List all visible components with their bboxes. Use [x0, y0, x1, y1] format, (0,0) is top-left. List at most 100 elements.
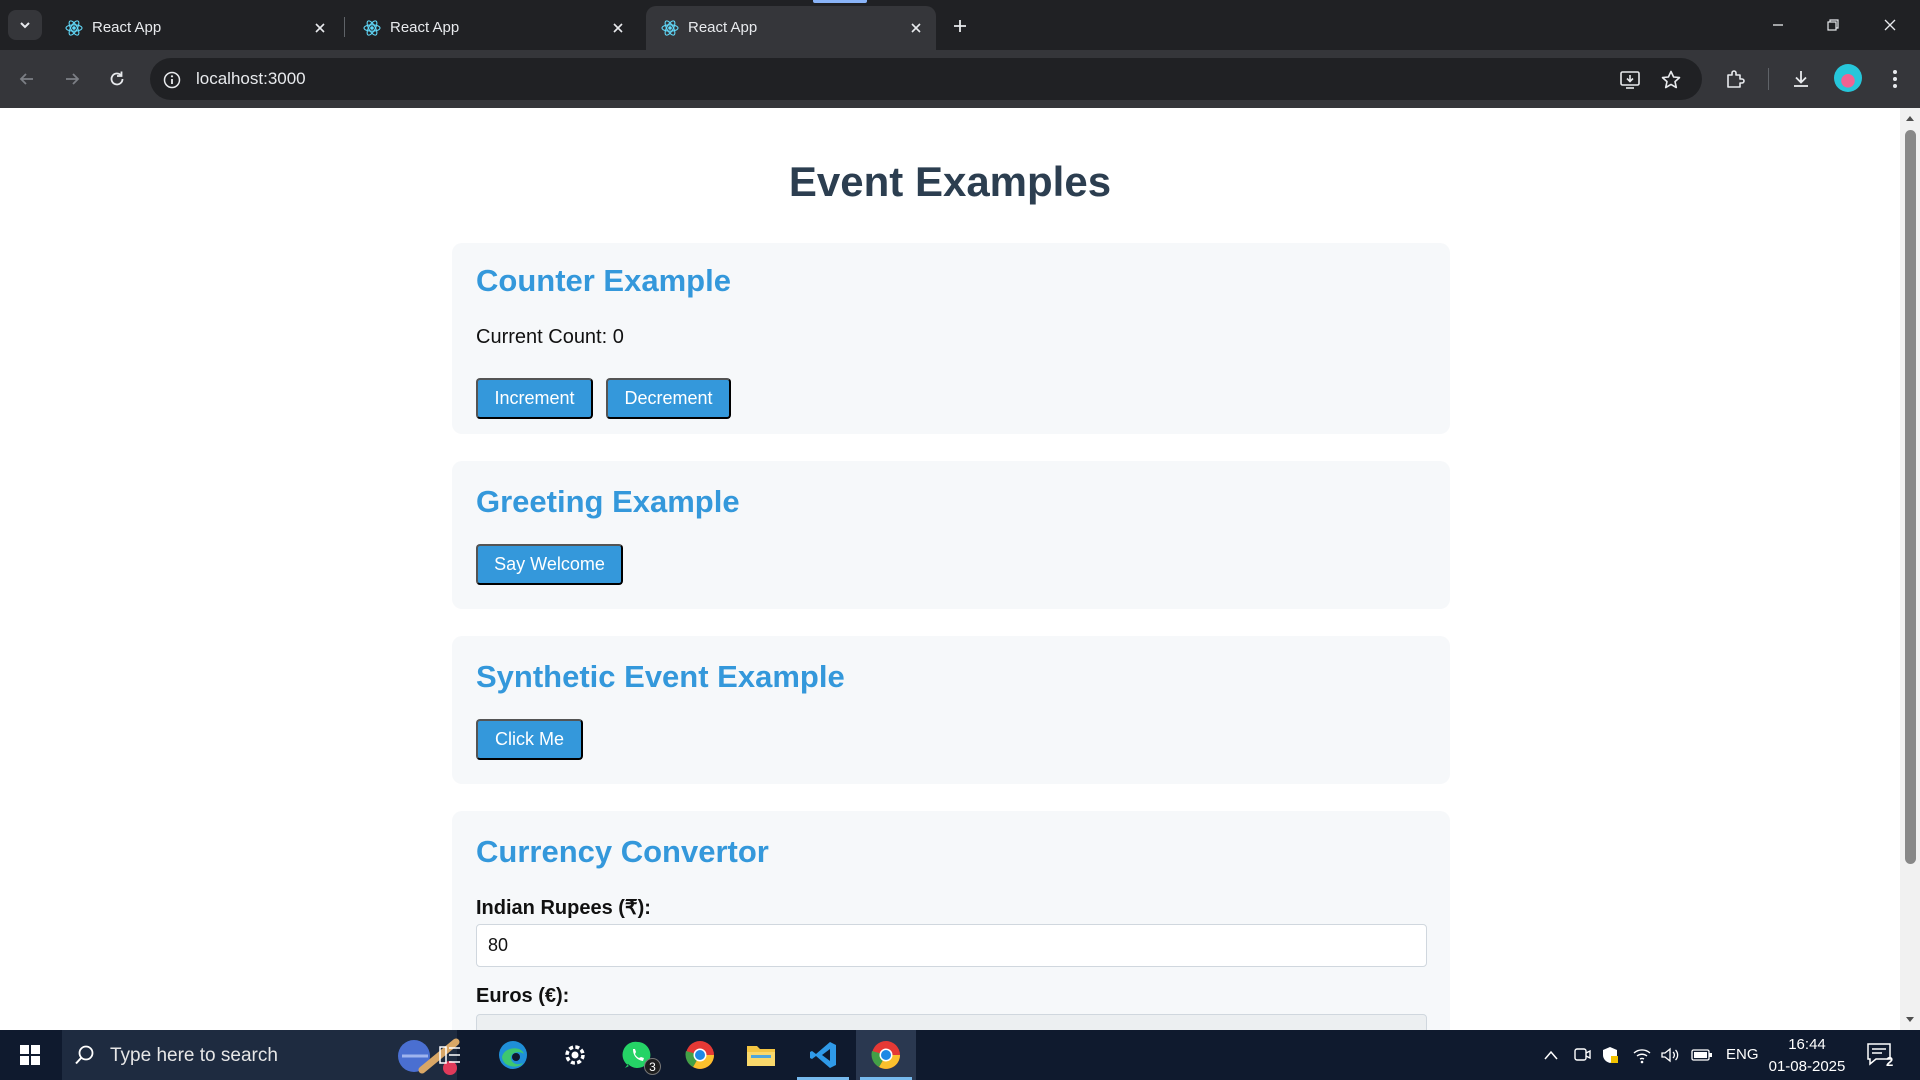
profile-avatar[interactable] — [1834, 64, 1862, 92]
scrollbar-thumb[interactable] — [1905, 130, 1916, 864]
forward-button[interactable] — [57, 64, 87, 94]
arrow-left-icon — [19, 73, 33, 85]
windows-taskbar: Type here to search 3 ENG 16:44 01-08-20… — [0, 1030, 1920, 1080]
clock-date: 01-08-2025 — [1768, 1058, 1846, 1075]
close-icon — [1884, 19, 1896, 31]
new-tab-button[interactable] — [946, 12, 974, 40]
whatsapp-badge: 3 — [644, 1058, 661, 1075]
windows-logo-icon — [20, 1045, 40, 1065]
volume-icon[interactable] — [1658, 1043, 1682, 1067]
close-icon[interactable] — [608, 18, 628, 38]
search-placeholder: Type here to search — [110, 1045, 278, 1066]
close-icon[interactable] — [310, 18, 330, 38]
toolbar-divider — [1768, 68, 1769, 90]
greeting-heading: Greeting Example — [476, 484, 740, 519]
clock-time: 16:44 — [1788, 1036, 1826, 1053]
notification-count: 2 — [1886, 1054, 1894, 1069]
bookmark-star-icon[interactable] — [1658, 67, 1684, 93]
minimize-icon — [1773, 24, 1783, 26]
rupees-label: Indian Rupees (₹): — [476, 897, 651, 919]
install-app-icon[interactable] — [1617, 67, 1643, 93]
network-icon[interactable] — [1630, 1043, 1654, 1067]
meet-now-icon[interactable] — [1570, 1043, 1594, 1067]
minimize-button[interactable] — [1758, 10, 1798, 40]
browser-tab-active[interactable]: React App — [646, 6, 936, 50]
language-indicator[interactable]: ENG — [1726, 1046, 1759, 1063]
tab-separator — [344, 17, 345, 37]
taskbar-vscode[interactable] — [793, 1030, 853, 1080]
close-icon[interactable] — [906, 18, 926, 38]
browser-tab[interactable]: React App — [50, 6, 340, 50]
decrement-button[interactable]: Decrement — [606, 378, 731, 419]
browser-tab[interactable]: React App — [348, 6, 638, 50]
start-button[interactable] — [10, 1040, 50, 1070]
euros-label: Euros (€): — [476, 985, 570, 1007]
chevron-down-icon — [20, 22, 30, 29]
increment-button[interactable]: Increment — [476, 378, 593, 419]
address-bar[interactable]: localhost:3000 — [150, 58, 1702, 100]
count-display: Current Count: 0 — [476, 326, 624, 348]
chrome-icon — [871, 1041, 900, 1069]
browser-tabstrip: React App React App React App — [0, 0, 1920, 50]
folder-icon — [747, 1046, 775, 1066]
search-icon — [75, 1045, 94, 1065]
click-me-button[interactable]: Click Me — [476, 719, 583, 760]
react-icon — [661, 20, 679, 36]
chrome-icon — [685, 1041, 714, 1069]
task-view-icon — [439, 1046, 460, 1064]
download-icon[interactable] — [1786, 64, 1816, 94]
reload-button[interactable] — [102, 64, 132, 94]
tab-search-button[interactable] — [8, 10, 42, 40]
taskbar-chrome-active[interactable] — [856, 1030, 916, 1080]
taskbar-settings[interactable] — [545, 1030, 605, 1080]
rupees-input[interactable]: 80 — [476, 924, 1427, 967]
page-scrollbar[interactable] — [1900, 108, 1920, 1030]
tab-title: React App — [92, 19, 162, 36]
page-title: Event Examples — [788, 158, 1112, 205]
greeting-card: Greeting Example Say Welcome — [452, 461, 1450, 609]
counter-heading: Counter Example — [476, 263, 731, 298]
tab-activity-indicator — [813, 0, 867, 3]
gear-icon — [565, 1045, 585, 1065]
chevron-up-icon[interactable] — [1539, 1043, 1563, 1067]
url-text: localhost:3000 — [196, 69, 306, 88]
browser-toolbar: localhost:3000 — [0, 50, 1920, 108]
scroll-down-icon[interactable] — [1904, 1014, 1916, 1026]
arrow-right-icon — [66, 73, 80, 85]
restore-icon — [1827, 19, 1839, 31]
edge-icon — [499, 1041, 527, 1069]
battery-icon[interactable] — [1690, 1043, 1714, 1067]
tab-title: React App — [390, 19, 460, 36]
info-icon[interactable] — [160, 68, 184, 92]
react-icon — [363, 20, 381, 36]
page-viewport: Event Examples Counter Example Current C… — [0, 108, 1900, 1030]
restore-button[interactable] — [1813, 10, 1853, 40]
taskbar-file-explorer[interactable] — [731, 1030, 791, 1080]
currency-heading: Currency Convertor — [476, 834, 769, 869]
back-button[interactable] — [12, 64, 42, 94]
counter-card: Counter Example Current Count: 0 Increme… — [452, 243, 1450, 434]
plus-icon — [954, 20, 966, 32]
currency-convertor-card: Currency Convertor Indian Rupees (₹): 80… — [452, 811, 1450, 1030]
scroll-up-icon[interactable] — [1904, 112, 1916, 124]
task-view-button[interactable] — [420, 1030, 480, 1080]
euros-input[interactable] — [476, 1014, 1427, 1030]
rupees-value: 80 — [488, 935, 509, 955]
vscode-icon — [810, 1042, 836, 1068]
react-icon — [65, 20, 83, 36]
tab-title: React App — [688, 19, 758, 36]
extensions-icon[interactable] — [1720, 64, 1750, 94]
taskbar-clock[interactable]: 16:44 01-08-2025 — [1762, 1034, 1852, 1078]
security-shield-icon[interactable] — [1598, 1043, 1622, 1067]
notification-center-button[interactable]: 2 — [1866, 1042, 1900, 1070]
close-window-button[interactable] — [1870, 10, 1910, 40]
taskbar-edge[interactable] — [483, 1030, 543, 1080]
synthetic-event-card: Synthetic Event Example Click Me — [452, 636, 1450, 784]
taskbar-whatsapp[interactable]: 3 — [608, 1030, 668, 1080]
say-welcome-button[interactable]: Say Welcome — [476, 544, 623, 585]
taskbar-search[interactable]: Type here to search — [62, 1030, 460, 1080]
synthetic-heading: Synthetic Event Example — [476, 659, 845, 694]
reload-icon — [110, 71, 124, 86]
taskbar-chrome[interactable] — [670, 1030, 730, 1080]
more-menu-icon[interactable] — [1880, 64, 1910, 94]
